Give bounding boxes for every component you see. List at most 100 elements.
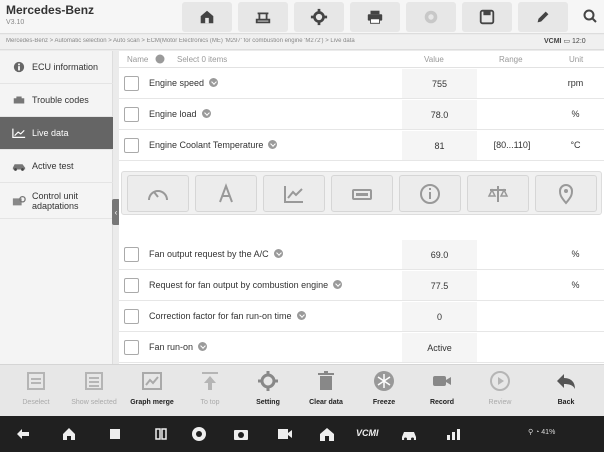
sidebar-item-control-unit-adaptations[interactable]: Control unit adaptations — [0, 183, 113, 219]
toolbar-label: Review — [488, 399, 512, 406]
home-icon — [200, 10, 214, 24]
table-row[interactable]: Correction factor for fan run-on time 0 — [119, 302, 604, 332]
setting-icon — [258, 371, 278, 391]
select-all-icon[interactable] — [155, 54, 165, 66]
system-back-button[interactable] — [14, 426, 32, 442]
chevron-left-icon: ‹ — [114, 207, 118, 217]
sidebar-item-active-test[interactable]: Active test — [0, 150, 113, 183]
toolbar-label: Setting — [256, 399, 280, 406]
browser-button[interactable] — [190, 426, 208, 442]
info-mode-button[interactable] — [399, 175, 461, 212]
vci-button[interactable] — [406, 2, 456, 32]
pencil-icon — [537, 11, 549, 23]
toolbar-label: Clear data — [309, 399, 343, 406]
row-checkbox[interactable] — [124, 107, 139, 122]
clear-data-button[interactable]: Clear data — [298, 369, 354, 415]
split-screen-button[interactable] — [152, 426, 170, 442]
column-header-unit: Unit — [569, 55, 584, 64]
to-top-button[interactable]: To top — [182, 369, 238, 415]
home-button[interactable] — [182, 2, 232, 32]
freeze-button[interactable]: Freeze — [356, 369, 412, 415]
row-name: Engine speed — [149, 78, 219, 88]
info-icon[interactable] — [209, 78, 219, 87]
camera-icon — [234, 430, 248, 440]
row-checkbox[interactable] — [124, 138, 139, 153]
vci-icon — [424, 10, 438, 24]
sidebar: ECU information Trouble codes Live data … — [0, 51, 113, 364]
home-icon — [63, 428, 75, 440]
table-row[interactable]: Fan output request by the A/C 69.0 % — [119, 240, 604, 270]
network-button[interactable] — [444, 426, 462, 442]
system-status: ⚲ ◔ 41% — [528, 428, 555, 436]
square-icon — [110, 429, 120, 439]
sidebar-item-live-data[interactable]: Live data — [0, 117, 113, 150]
breadcrumb: Mercedes-Benz > Automatic selection > Au… — [6, 38, 355, 44]
column-header-name: Name — [127, 55, 149, 64]
search-icon[interactable] — [582, 8, 598, 24]
info-icon[interactable] — [268, 140, 278, 149]
table-row[interactable]: Fan run-on Active — [119, 333, 604, 363]
screen-record-button[interactable] — [276, 426, 294, 442]
vcmi-icon[interactable]: VCMI — [356, 428, 379, 438]
settings-button[interactable] — [294, 2, 344, 32]
graph-merge-button[interactable]: Graph merge — [124, 369, 180, 415]
row-unit: % — [571, 280, 580, 290]
waveform-mode-button[interactable] — [263, 175, 325, 212]
toolbar-label: Graph merge — [130, 399, 174, 406]
record-button[interactable]: Record — [414, 369, 470, 415]
graph-merge-icon — [142, 372, 162, 390]
data-manager-button[interactable] — [462, 2, 512, 32]
review-icon — [490, 371, 510, 391]
setting-button[interactable]: Setting — [240, 369, 296, 415]
compare-mode-button[interactable] — [467, 175, 529, 212]
notes-button[interactable] — [518, 2, 568, 32]
info-icon[interactable] — [198, 342, 208, 351]
review-button[interactable]: Review — [472, 369, 528, 415]
row-name: Fan output request by the A/C — [149, 249, 283, 259]
vehicle-button[interactable] — [400, 426, 418, 442]
gauge-mode-button[interactable] — [127, 175, 189, 212]
brand-name: Mercedes-Benz — [6, 3, 95, 17]
vehicle-menu-button[interactable] — [238, 2, 288, 32]
info-icon[interactable] — [296, 311, 306, 320]
row-checkbox[interactable] — [124, 309, 139, 324]
table-row[interactable]: Engine speed 755 rpm — [119, 69, 604, 99]
row-value: Active — [402, 333, 477, 362]
back-button[interactable]: Back — [538, 369, 594, 415]
table-row[interactable]: Engine load 78.0 % — [119, 100, 604, 130]
camera-button[interactable] — [232, 426, 250, 442]
row-name: Engine load — [149, 109, 211, 119]
table-row[interactable]: Request for fan output by combustion eng… — [119, 271, 604, 301]
row-checkbox[interactable] — [124, 340, 139, 355]
row-checkbox[interactable] — [124, 76, 139, 91]
sidebar-item-label: Trouble codes — [32, 95, 89, 105]
system-recents-button[interactable] — [106, 426, 124, 442]
engine-icon — [11, 93, 27, 107]
toolbar-label: Deselect — [22, 399, 50, 406]
wifi-icon: ◔ — [535, 429, 540, 436]
car-icon — [402, 432, 416, 441]
info-icon[interactable] — [273, 249, 283, 258]
system-home-button[interactable] — [60, 426, 78, 442]
show-selected-button[interactable]: Show selected — [66, 369, 122, 415]
line-chart-icon — [11, 126, 27, 140]
text-mode-button[interactable] — [195, 175, 257, 212]
sidebar-item-ecu-information[interactable]: ECU information — [0, 51, 113, 84]
info-icon[interactable] — [201, 109, 211, 118]
trash-icon — [318, 371, 334, 390]
print-button[interactable] — [350, 2, 400, 32]
function-toolbar: Deselect Show selected Graph merge To to… — [0, 364, 604, 416]
row-unit: rpm — [567, 78, 584, 88]
info-icon[interactable] — [333, 280, 343, 289]
table-row[interactable]: Engine Coolant Temperature 81 [80...110]… — [119, 131, 604, 161]
row-checkbox[interactable] — [124, 278, 139, 293]
sidebar-item-trouble-codes[interactable]: Trouble codes — [0, 84, 113, 117]
gear-icon — [310, 8, 328, 26]
digital-mode-button[interactable] — [331, 175, 393, 212]
diagnostics-home-button[interactable] — [318, 426, 336, 442]
row-name: Engine Coolant Temperature — [149, 140, 278, 150]
row-checkbox[interactable] — [124, 247, 139, 262]
deselect-button[interactable]: Deselect — [8, 369, 64, 415]
back-icon — [557, 374, 575, 389]
pin-mode-button[interactable] — [535, 175, 597, 212]
